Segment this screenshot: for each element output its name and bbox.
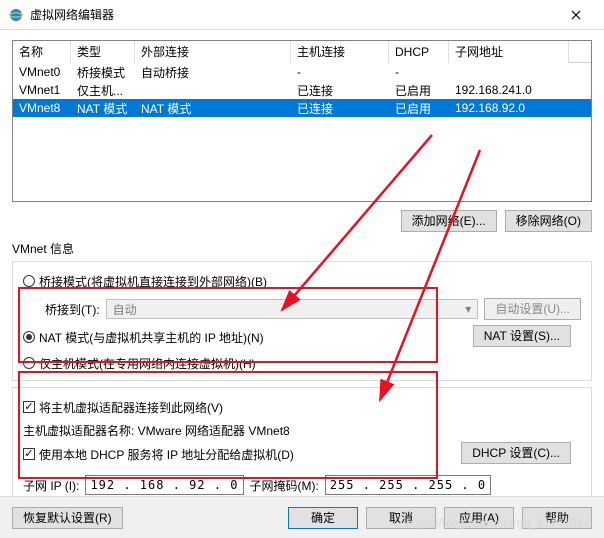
bridge-to-label: 桥接到(T):: [45, 301, 100, 318]
network-table[interactable]: 名称 类型 外部连接 主机连接 DHCP 子网地址 VMnet0 桥接模式 自动…: [12, 40, 592, 202]
table-row-selected[interactable]: VMnet8 NAT 模式 NAT 模式 已连接 已启用 192.168.92.…: [13, 99, 591, 117]
bridge-radio[interactable]: [23, 275, 35, 287]
bridge-radio-label: 桥接模式(将虚拟机直接连接到外部网络)(B): [39, 273, 267, 290]
close-button[interactable]: [556, 1, 596, 29]
remove-network-button[interactable]: 移除网络(O): [505, 210, 592, 232]
watermark: https://blog.csdn.net/qq_41741884: [406, 516, 590, 530]
subnet-mask-input[interactable]: 255 . 255 . 255 . 0: [325, 475, 491, 495]
dhcp-check-label: 使用本地 DHCP 服务将 IP 地址分配给虚拟机(D): [39, 446, 294, 463]
nat-radio-label: NAT 模式(与虚拟机共享主机的 IP 地址)(N): [39, 329, 264, 346]
subnet-ip-label: 子网 IP (I):: [23, 477, 79, 494]
window-title: 虚拟网络编辑器: [30, 6, 556, 23]
col-host[interactable]: 主机连接: [291, 41, 389, 63]
table-row[interactable]: VMnet1 仅主机... 已连接 已启用 192.168.241.0: [13, 81, 591, 99]
close-icon: [571, 10, 581, 20]
col-ext[interactable]: 外部连接: [135, 41, 291, 63]
connect-adapter-label: 将主机虚拟适配器连接到此网络(V): [39, 399, 223, 416]
vmnet-mode-group: 桥接模式(将虚拟机直接连接到外部网络)(B) 桥接到(T): 自动 ▾ 自动设置…: [12, 261, 592, 381]
table-header: 名称 类型 外部连接 主机连接 DHCP 子网地址: [13, 41, 591, 63]
auto-settings-button[interactable]: 自动设置(U)...: [484, 298, 581, 320]
dhcp-check[interactable]: [23, 448, 35, 460]
restore-defaults-button[interactable]: 恢复默认设置(R): [12, 507, 123, 529]
hostonly-radio-label: 仅主机模式(在专用网络内连接虚拟机)(H): [39, 355, 256, 372]
bridge-to-select[interactable]: 自动 ▾: [106, 299, 479, 319]
add-network-button[interactable]: 添加网络(E)...: [401, 210, 497, 232]
col-dhcp[interactable]: DHCP: [389, 41, 449, 63]
nat-radio[interactable]: [23, 331, 35, 343]
col-subnet[interactable]: 子网地址: [449, 41, 569, 63]
col-type[interactable]: 类型: [71, 41, 135, 63]
subnet-mask-label: 子网掩码(M):: [250, 477, 319, 494]
vmnet-info-label: VMnet 信息: [12, 240, 592, 257]
vmnet-options-group: 将主机虚拟适配器连接到此网络(V) 主机虚拟适配器名称: VMware 网络适配…: [12, 387, 592, 504]
app-icon: [8, 7, 24, 23]
nat-settings-button[interactable]: NAT 设置(S)...: [473, 325, 571, 347]
table-row[interactable]: VMnet0 桥接模式 自动桥接 - -: [13, 63, 591, 81]
connect-adapter-check[interactable]: [23, 401, 35, 413]
subnet-ip-input[interactable]: 192 . 168 . 92 . 0: [85, 475, 243, 495]
ok-button[interactable]: 确定: [288, 507, 358, 529]
col-name[interactable]: 名称: [13, 41, 71, 63]
chevron-down-icon: ▾: [465, 302, 471, 316]
dhcp-settings-button[interactable]: DHCP 设置(C)...: [461, 442, 571, 464]
titlebar: 虚拟网络编辑器: [0, 0, 604, 30]
hostonly-radio[interactable]: [23, 357, 35, 369]
adapter-name-text: 主机虚拟适配器名称: VMware 网络适配器 VMnet8: [23, 422, 581, 439]
